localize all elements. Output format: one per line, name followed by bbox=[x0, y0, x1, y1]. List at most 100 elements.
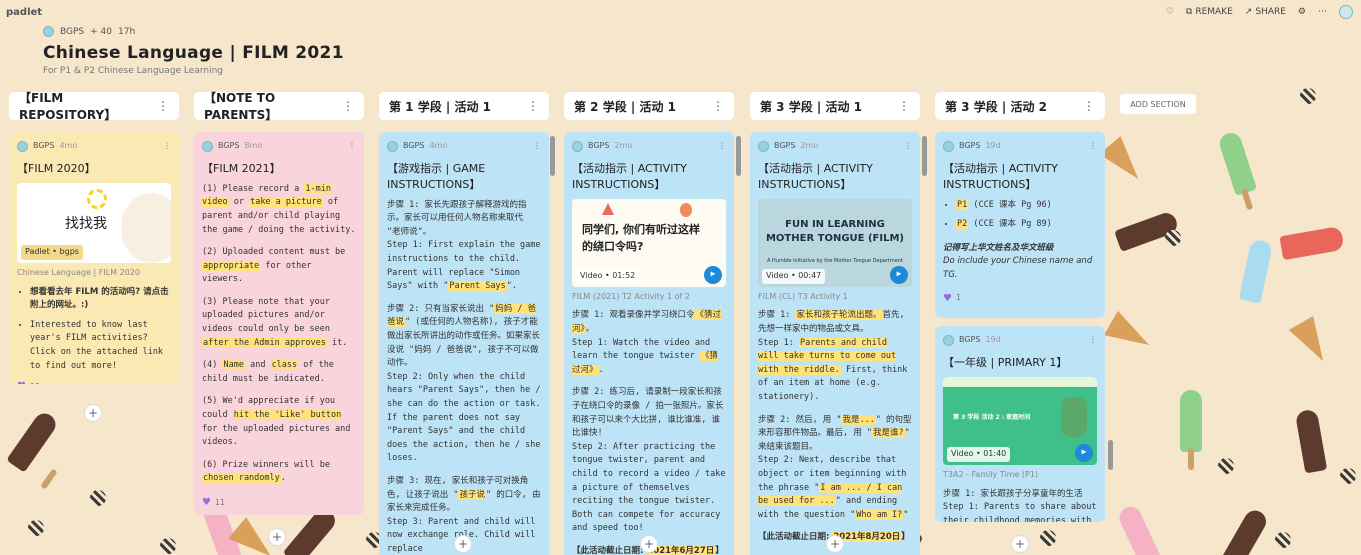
scrollbar[interactable] bbox=[736, 136, 741, 176]
avatar-icon bbox=[943, 334, 954, 346]
heart-icon: ♥ bbox=[17, 379, 26, 384]
more-icon[interactable]: ⋮ bbox=[342, 99, 354, 113]
scrollbar[interactable] bbox=[550, 136, 555, 176]
avatar-icon bbox=[572, 140, 583, 152]
page-title: Chinese Language | FILM 2021 bbox=[43, 43, 344, 63]
section-term3-activity1: 第 3 学段 | 活动 1 ⋮ BGPS 2mo ⋮ 【活动指示 | ACTIVITY… bbox=[750, 92, 920, 555]
play-icon[interactable]: ▶ bbox=[890, 265, 908, 284]
paragraph: Step 2: Only when the child hears "Paren… bbox=[387, 371, 541, 464]
plus-icon: + bbox=[457, 537, 469, 551]
post-card[interactable]: BGPS 19d ⋮ 【活动指示 | ACTIVITY INSTRUCTIONS】 … bbox=[935, 132, 1105, 318]
heart-icon: ♥ bbox=[943, 292, 952, 304]
more-icon[interactable]: ⋮ bbox=[1083, 99, 1095, 113]
share-button[interactable]: ↗ SHARE bbox=[1245, 7, 1286, 17]
remake-button[interactable]: ⧉ REMAKE bbox=[1186, 7, 1233, 17]
sun-icon bbox=[87, 188, 107, 209]
remake-icon: ⧉ bbox=[1185, 7, 1193, 17]
avatar-icon bbox=[943, 140, 954, 152]
paragraph: Step 1: Parents to share about their chi… bbox=[943, 502, 1097, 522]
post-title: 【FILM 2021】 bbox=[202, 161, 281, 175]
add-post-button[interactable]: + bbox=[1011, 535, 1029, 553]
scrollbar[interactable] bbox=[922, 136, 927, 176]
post-title: 【活动指示 | ACTIVITY INSTRUCTIONS】 bbox=[758, 161, 873, 191]
post-title: 【活动指示 | ACTIVITY INSTRUCTIONS】 bbox=[943, 161, 1058, 191]
section-header[interactable]: 【FILM REPOSITORY】 ⋮ bbox=[9, 91, 179, 122]
top-actions: ♡ ⧉ REMAKE ↗ SHARE ⚙ ⋯ bbox=[1166, 5, 1353, 19]
like-count[interactable]: ♥ 11 bbox=[202, 495, 356, 511]
add-post-button[interactable]: + bbox=[826, 535, 844, 553]
avatar-icon bbox=[17, 140, 28, 152]
post-card[interactable]: BGPS 8mo ⋮ 【FILM 2021】 (1) Please record a… bbox=[194, 132, 364, 515]
more-icon[interactable]: ⋮ bbox=[718, 140, 726, 153]
avatar-icon bbox=[387, 140, 398, 152]
plus-icon: + bbox=[1014, 537, 1026, 551]
paragraph: 步骤 3: 现在, 家长和孩子可对换角色, 让孩子说出 "孩子说" 的口令, 由… bbox=[387, 475, 541, 514]
play-icon[interactable]: ▶ bbox=[704, 265, 722, 284]
post-title: 【一年级 | PRIMARY 1】 bbox=[943, 355, 1068, 369]
more-icon[interactable]: ⋮ bbox=[1089, 140, 1097, 153]
section-header[interactable]: 第 2 学段 | 活动 1 ⋮ bbox=[564, 92, 734, 120]
play-icon[interactable]: ▶ bbox=[1075, 443, 1093, 462]
video-thumbnail[interactable]: 同学们, 你们有听过这样的绕口令吗? Video • 01:52 ▶ bbox=[572, 198, 726, 287]
user-avatar[interactable] bbox=[1339, 5, 1353, 19]
post-card[interactable]: BGPS 4mo ⋮ 【FILM 2020】 找找我 Padlet • bgps C… bbox=[9, 132, 179, 384]
add-post-button[interactable]: + bbox=[640, 535, 658, 553]
section-note-to-parents: 【NOTE TO PARENTS】 ⋮ BGPS 8mo ⋮ 【FILM 2021】 … bbox=[194, 91, 364, 515]
more-icon[interactable]: ⋮ bbox=[533, 140, 541, 153]
like-count[interactable]: ♥12 bbox=[17, 379, 171, 384]
post-card[interactable]: BGPS 2mo ⋮ 【活动指示 | ACTIVITY INSTRUCTIONS】 … bbox=[750, 132, 920, 555]
post-link-caption: FILM (2021) T2 Activity 1 of 2 bbox=[572, 291, 690, 301]
section-header[interactable]: 【NOTE TO PARENTS】 ⋮ bbox=[194, 91, 364, 122]
paragraph: (4) Name and class of the child must be … bbox=[202, 360, 334, 384]
more-icon[interactable]: ⋮ bbox=[712, 99, 724, 113]
section-header[interactable]: 第 3 学段 | 活动 1 ⋮ bbox=[750, 92, 920, 120]
section-term1-activity1: 第 1 学段 | 活动 1 ⋮ BGPS 4mo ⋮ 【游戏指示 | GAME INS… bbox=[379, 92, 549, 555]
more-icon[interactable]: ⋮ bbox=[348, 140, 356, 153]
post-link-caption: Chinese Language | FILM 2020 bbox=[17, 267, 140, 277]
post-card[interactable]: BGPS 2mo ⋮ 【活动指示 | ACTIVITY INSTRUCTIONS】 … bbox=[564, 132, 734, 555]
list-item: P1 (CCE 课本 Pg 96) bbox=[956, 199, 1097, 213]
plus-icon: + bbox=[829, 537, 841, 551]
paragraph: 步骤 1: 家长和孩子轮流出题。首先, 先想一样家中的物品或文具。 bbox=[758, 310, 905, 335]
more-icon[interactable]: ⋮ bbox=[898, 99, 910, 113]
add-post-button[interactable]: + bbox=[84, 404, 102, 422]
paragraph: Step 2: Next, describe that object or it… bbox=[758, 455, 909, 520]
paragraph: 步骤 2: 只有当家长说出 "妈妈 / 爸爸说" (或任何的人物名称), 孩子才… bbox=[387, 303, 541, 369]
more-icon[interactable]: ⋮ bbox=[1089, 334, 1097, 347]
add-post-button[interactable]: + bbox=[268, 528, 286, 546]
balloon-icon bbox=[680, 202, 692, 217]
more-icon[interactable]: ⋮ bbox=[163, 140, 171, 153]
plus-icon: + bbox=[87, 406, 99, 420]
paragraph: (3) Please note that your uploaded pictu… bbox=[202, 296, 348, 348]
post-link-caption: T3A2 - Family Time (P1) bbox=[943, 469, 1039, 479]
section-header[interactable]: 第 3 学段 | 活动 2 ⋮ bbox=[935, 92, 1105, 120]
link-preview-image[interactable]: 找找我 Padlet • bgps bbox=[17, 182, 171, 263]
video-thumbnail[interactable]: FUN IN LEARNING MOTHER TONGUE (FILM) A H… bbox=[758, 198, 912, 287]
paragraph: (5) We'd appreciate if you could hit the… bbox=[202, 396, 351, 448]
more-icon[interactable]: ⋯ bbox=[1318, 7, 1327, 17]
avatar-icon bbox=[202, 140, 213, 152]
heart-icon[interactable]: ♡ bbox=[1166, 7, 1174, 17]
post-card[interactable]: BGPS 4mo ⋮ 【游戏指示 | GAME INSTRUCTIONS】 步骤 1… bbox=[379, 132, 549, 555]
scrollbar[interactable] bbox=[1108, 440, 1113, 470]
more-icon[interactable]: ⋮ bbox=[527, 99, 539, 113]
more-icon[interactable]: ⋮ bbox=[904, 140, 912, 153]
post-card[interactable]: BGPS 19d ⋮ 【一年级 | PRIMARY 1】 第 3 学段 活动 2 :… bbox=[935, 326, 1105, 522]
heart-icon: ♥ bbox=[202, 497, 211, 509]
more-icon[interactable]: ⋮ bbox=[157, 99, 169, 113]
plus-icon: + bbox=[271, 530, 283, 544]
section-header[interactable]: 第 1 学段 | 活动 1 ⋮ bbox=[379, 92, 549, 120]
paragraph: Step 1: First explain the game instructi… bbox=[387, 240, 541, 292]
board-points: + 40 bbox=[90, 26, 112, 37]
like-count[interactable]: ♥ 1 bbox=[943, 291, 1097, 307]
paragraph: Step 1: Watch the video and learn the to… bbox=[572, 337, 718, 375]
page-subtitle: For P1 & P2 Chinese Language Learning bbox=[43, 66, 223, 76]
paragraph: Step 2: After practicing the tongue twis… bbox=[572, 441, 726, 534]
padlet-logo[interactable]: padlet bbox=[6, 7, 42, 18]
gear-icon[interactable]: ⚙ bbox=[1298, 7, 1306, 17]
add-post-button[interactable]: + bbox=[454, 535, 472, 553]
post-title: 【游戏指示 | GAME INSTRUCTIONS】 bbox=[387, 161, 486, 191]
video-thumbnail[interactable]: 第 3 学段 活动 2 : 家庭时间 Video • 01:40 ▶ bbox=[943, 376, 1097, 465]
paragraph: 步骤 1: 家长跟孩子分享童年的生活 bbox=[943, 488, 1083, 499]
add-section-button[interactable]: ADD SECTION bbox=[1120, 94, 1196, 114]
